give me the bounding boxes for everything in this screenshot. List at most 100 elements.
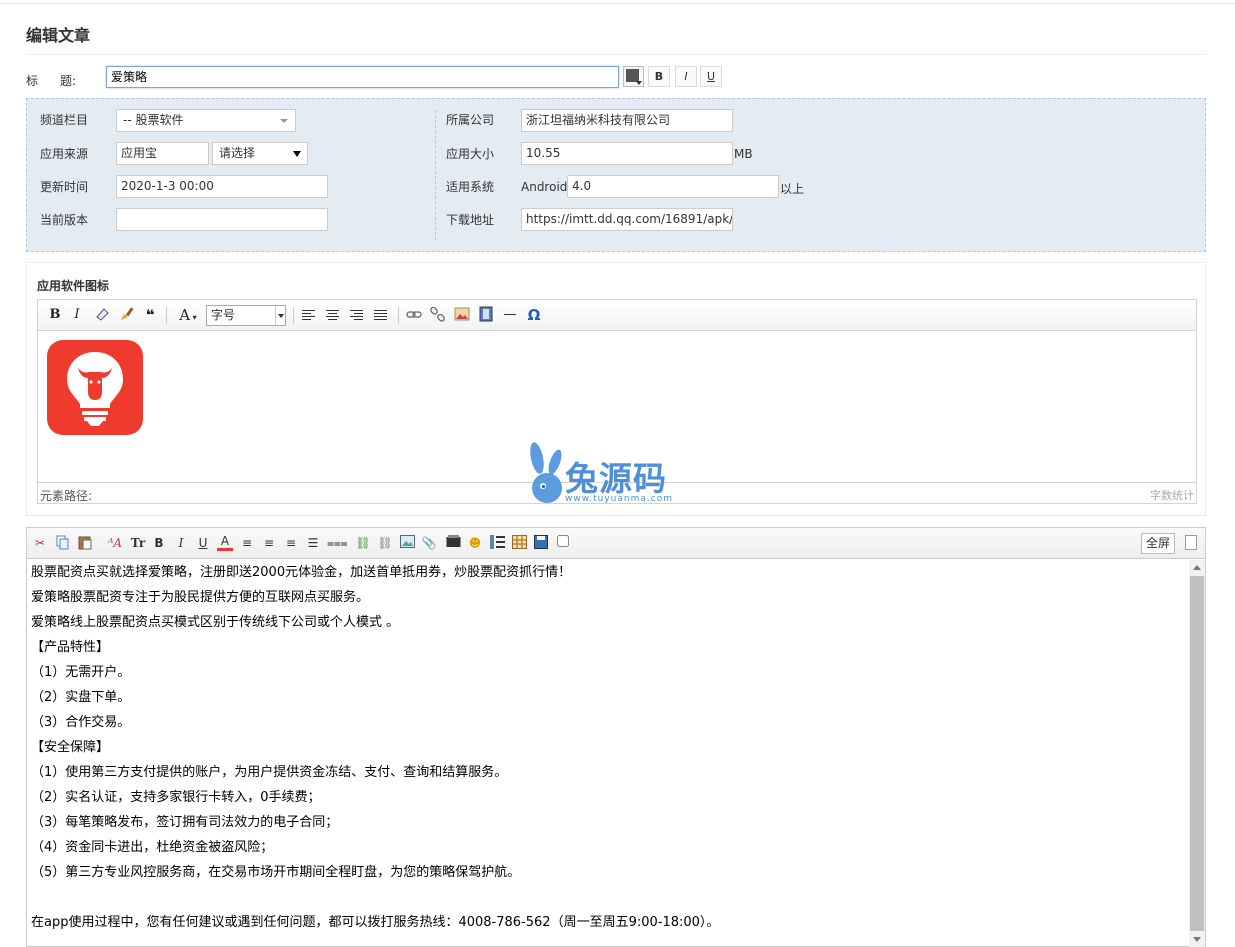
app-icon-image	[47, 340, 143, 435]
checkbox-icon[interactable]	[555, 535, 571, 551]
unlink-icon[interactable]: ⛓	[377, 535, 393, 551]
font-color-button[interactable]: A ▾	[174, 306, 202, 324]
image-icon	[454, 307, 470, 321]
content-line	[31, 885, 1186, 910]
font-size-select[interactable]: 字号	[206, 305, 286, 326]
element-path-label: 元素路径:	[40, 489, 93, 503]
unordered-list-icon[interactable]: ⩶	[327, 535, 348, 551]
update-time-input[interactable]: 2020-1-3 00:00	[116, 175, 328, 198]
font-size-select-value: 字号	[211, 308, 236, 322]
content-text-area[interactable]: 股票配资点买就选择爱策略，注册即送2000元体验金，加送首单抵用券，炒股票配资抓…	[31, 560, 1186, 947]
source-input[interactable]: 应用宝	[116, 142, 209, 165]
size-input[interactable]: 10.55	[521, 142, 733, 165]
scroll-thumb[interactable]	[1190, 576, 1204, 931]
toolbar-separator	[166, 307, 167, 324]
align-justify-icon[interactable]	[374, 310, 387, 322]
special-char-button[interactable]: Ω	[525, 306, 543, 324]
company-input[interactable]: 浙江坦福纳米科技有限公司	[521, 109, 733, 132]
title-input[interactable]: 爱策略	[106, 66, 619, 88]
insert-video-button[interactable]	[478, 306, 494, 324]
blockquote-button[interactable]: ❝	[142, 306, 158, 324]
system-prefix: Android	[521, 180, 568, 194]
bold-icon[interactable]: B	[151, 535, 167, 551]
system-version-input[interactable]: 4.0	[567, 175, 779, 198]
align-right-icon[interactable]: ≡	[283, 535, 299, 551]
scroll-down-icon[interactable]	[1193, 937, 1201, 942]
title-label-char: 题:	[60, 74, 77, 88]
link-icon	[406, 311, 422, 318]
channel-select[interactable]: -- 股票软件	[116, 109, 296, 132]
align-left-icon[interactable]: ≡	[239, 535, 255, 551]
toolbar-separator	[293, 307, 294, 324]
content-line: 股票配资点买就选择爱策略，注册即送2000元体验金，加送首单抵用券，炒股票配资抓…	[31, 565, 572, 580]
chevron-down-icon	[636, 81, 642, 85]
insert-image-button[interactable]	[453, 306, 471, 324]
content-line: （5）第三方专业风控服务商，在交易市场开市期间全程盯盘，为您的策略保驾护航。	[31, 865, 521, 880]
channel-select-value: -- 股票软件	[123, 113, 184, 127]
title-bold-button[interactable]: B	[648, 66, 670, 87]
cut-icon[interactable]: ✂	[32, 535, 48, 551]
emoticon-icon[interactable]: ☻	[467, 535, 483, 551]
system-label: 适用系统	[446, 180, 495, 194]
insert-link-icon[interactable]: ⛓	[355, 535, 371, 551]
content-line: （3）合作交易。	[31, 715, 131, 730]
attachment-icon[interactable]: 📎	[421, 535, 437, 551]
scroll-up-icon[interactable]	[1193, 565, 1201, 570]
eraser-icon	[96, 308, 109, 321]
source-select[interactable]: 请选择	[212, 142, 308, 165]
italic-icon[interactable]: I	[173, 535, 189, 551]
insert-link-button[interactable]	[405, 306, 423, 324]
bold-button[interactable]: B	[47, 306, 63, 324]
title-underline-button[interactable]: U	[700, 66, 722, 87]
align-center-icon[interactable]	[326, 310, 339, 322]
underline-icon[interactable]: U	[195, 535, 211, 551]
copy-icon[interactable]	[55, 535, 71, 551]
chevron-down-icon	[280, 119, 288, 123]
content-line: （4）资金同卡进出，杜绝资金被盗风险；	[31, 840, 274, 855]
chevron-down-icon	[293, 151, 301, 157]
align-left-icon[interactable]	[302, 310, 315, 322]
download-url-input[interactable]: https://imtt.dd.qq.com/16891/apk/B6	[521, 208, 733, 231]
company-label: 所属公司	[446, 113, 495, 127]
page-break-icon[interactable]	[489, 535, 505, 551]
content-line: （1）使用第三方支付提供的账户，为用户提供资金冻结、支付、查询和结算服务。	[31, 765, 508, 780]
word-count-label: 字数统计	[1150, 489, 1194, 502]
title-color-picker[interactable]	[623, 66, 644, 87]
watermark: 兔源码 www.tuyuanma.com	[525, 440, 715, 508]
title-divider	[26, 54, 1207, 55]
eraser-button[interactable]	[93, 306, 111, 324]
video-icon[interactable]	[445, 535, 461, 551]
format-painter-button[interactable]	[118, 306, 136, 324]
paste-icon[interactable]	[77, 535, 93, 551]
icon-section-title: 应用软件图标	[37, 279, 110, 293]
content-line: 【安全保障】	[31, 740, 110, 755]
channel-label: 频道栏目	[40, 113, 89, 127]
chevron-down-icon	[275, 306, 285, 325]
save-icon[interactable]	[533, 535, 549, 551]
font-size-icon[interactable]: Tr	[130, 535, 146, 551]
title-italic-button[interactable]: I	[675, 66, 697, 87]
version-input[interactable]	[116, 208, 328, 231]
align-right-icon[interactable]	[350, 310, 363, 322]
image-icon[interactable]	[399, 535, 415, 551]
content-editor-toolbar: ✂ ᴬA Tr B I U A ≡ ≡ ≡ ☰ ⩶ ⛓ ⛓ 📎 ☻ 全屏	[27, 528, 1205, 559]
insert-table-icon[interactable]	[511, 535, 527, 551]
fullscreen-button[interactable]: 全屏	[1141, 533, 1175, 554]
source-document-icon[interactable]	[1185, 535, 1197, 550]
content-line: （2）实名认证，支持多家银行卡转入，0手续费；	[31, 790, 321, 805]
font-family-icon[interactable]: ᴬA	[107, 535, 123, 551]
italic-button[interactable]: I	[69, 306, 85, 324]
top-border	[0, 0, 1235, 4]
content-line: 在app使用过程中，您有任何建议或遇到任何问题，都可以拨打服务热线：4008-7…	[31, 915, 720, 930]
text-color-icon[interactable]: A	[217, 535, 233, 551]
brush-icon	[121, 307, 134, 320]
size-label: 应用大小	[446, 147, 495, 161]
align-center-icon[interactable]: ≡	[261, 535, 277, 551]
horizontal-rule-button[interactable]: —	[502, 306, 518, 324]
system-suffix: 以上	[780, 182, 805, 196]
unlink-button[interactable]	[429, 306, 447, 324]
ordered-list-icon[interactable]: ☰	[305, 535, 321, 551]
update-time-label: 更新时间	[40, 180, 89, 194]
version-label: 当前版本	[40, 213, 89, 227]
content-scrollbar[interactable]	[1189, 560, 1205, 947]
